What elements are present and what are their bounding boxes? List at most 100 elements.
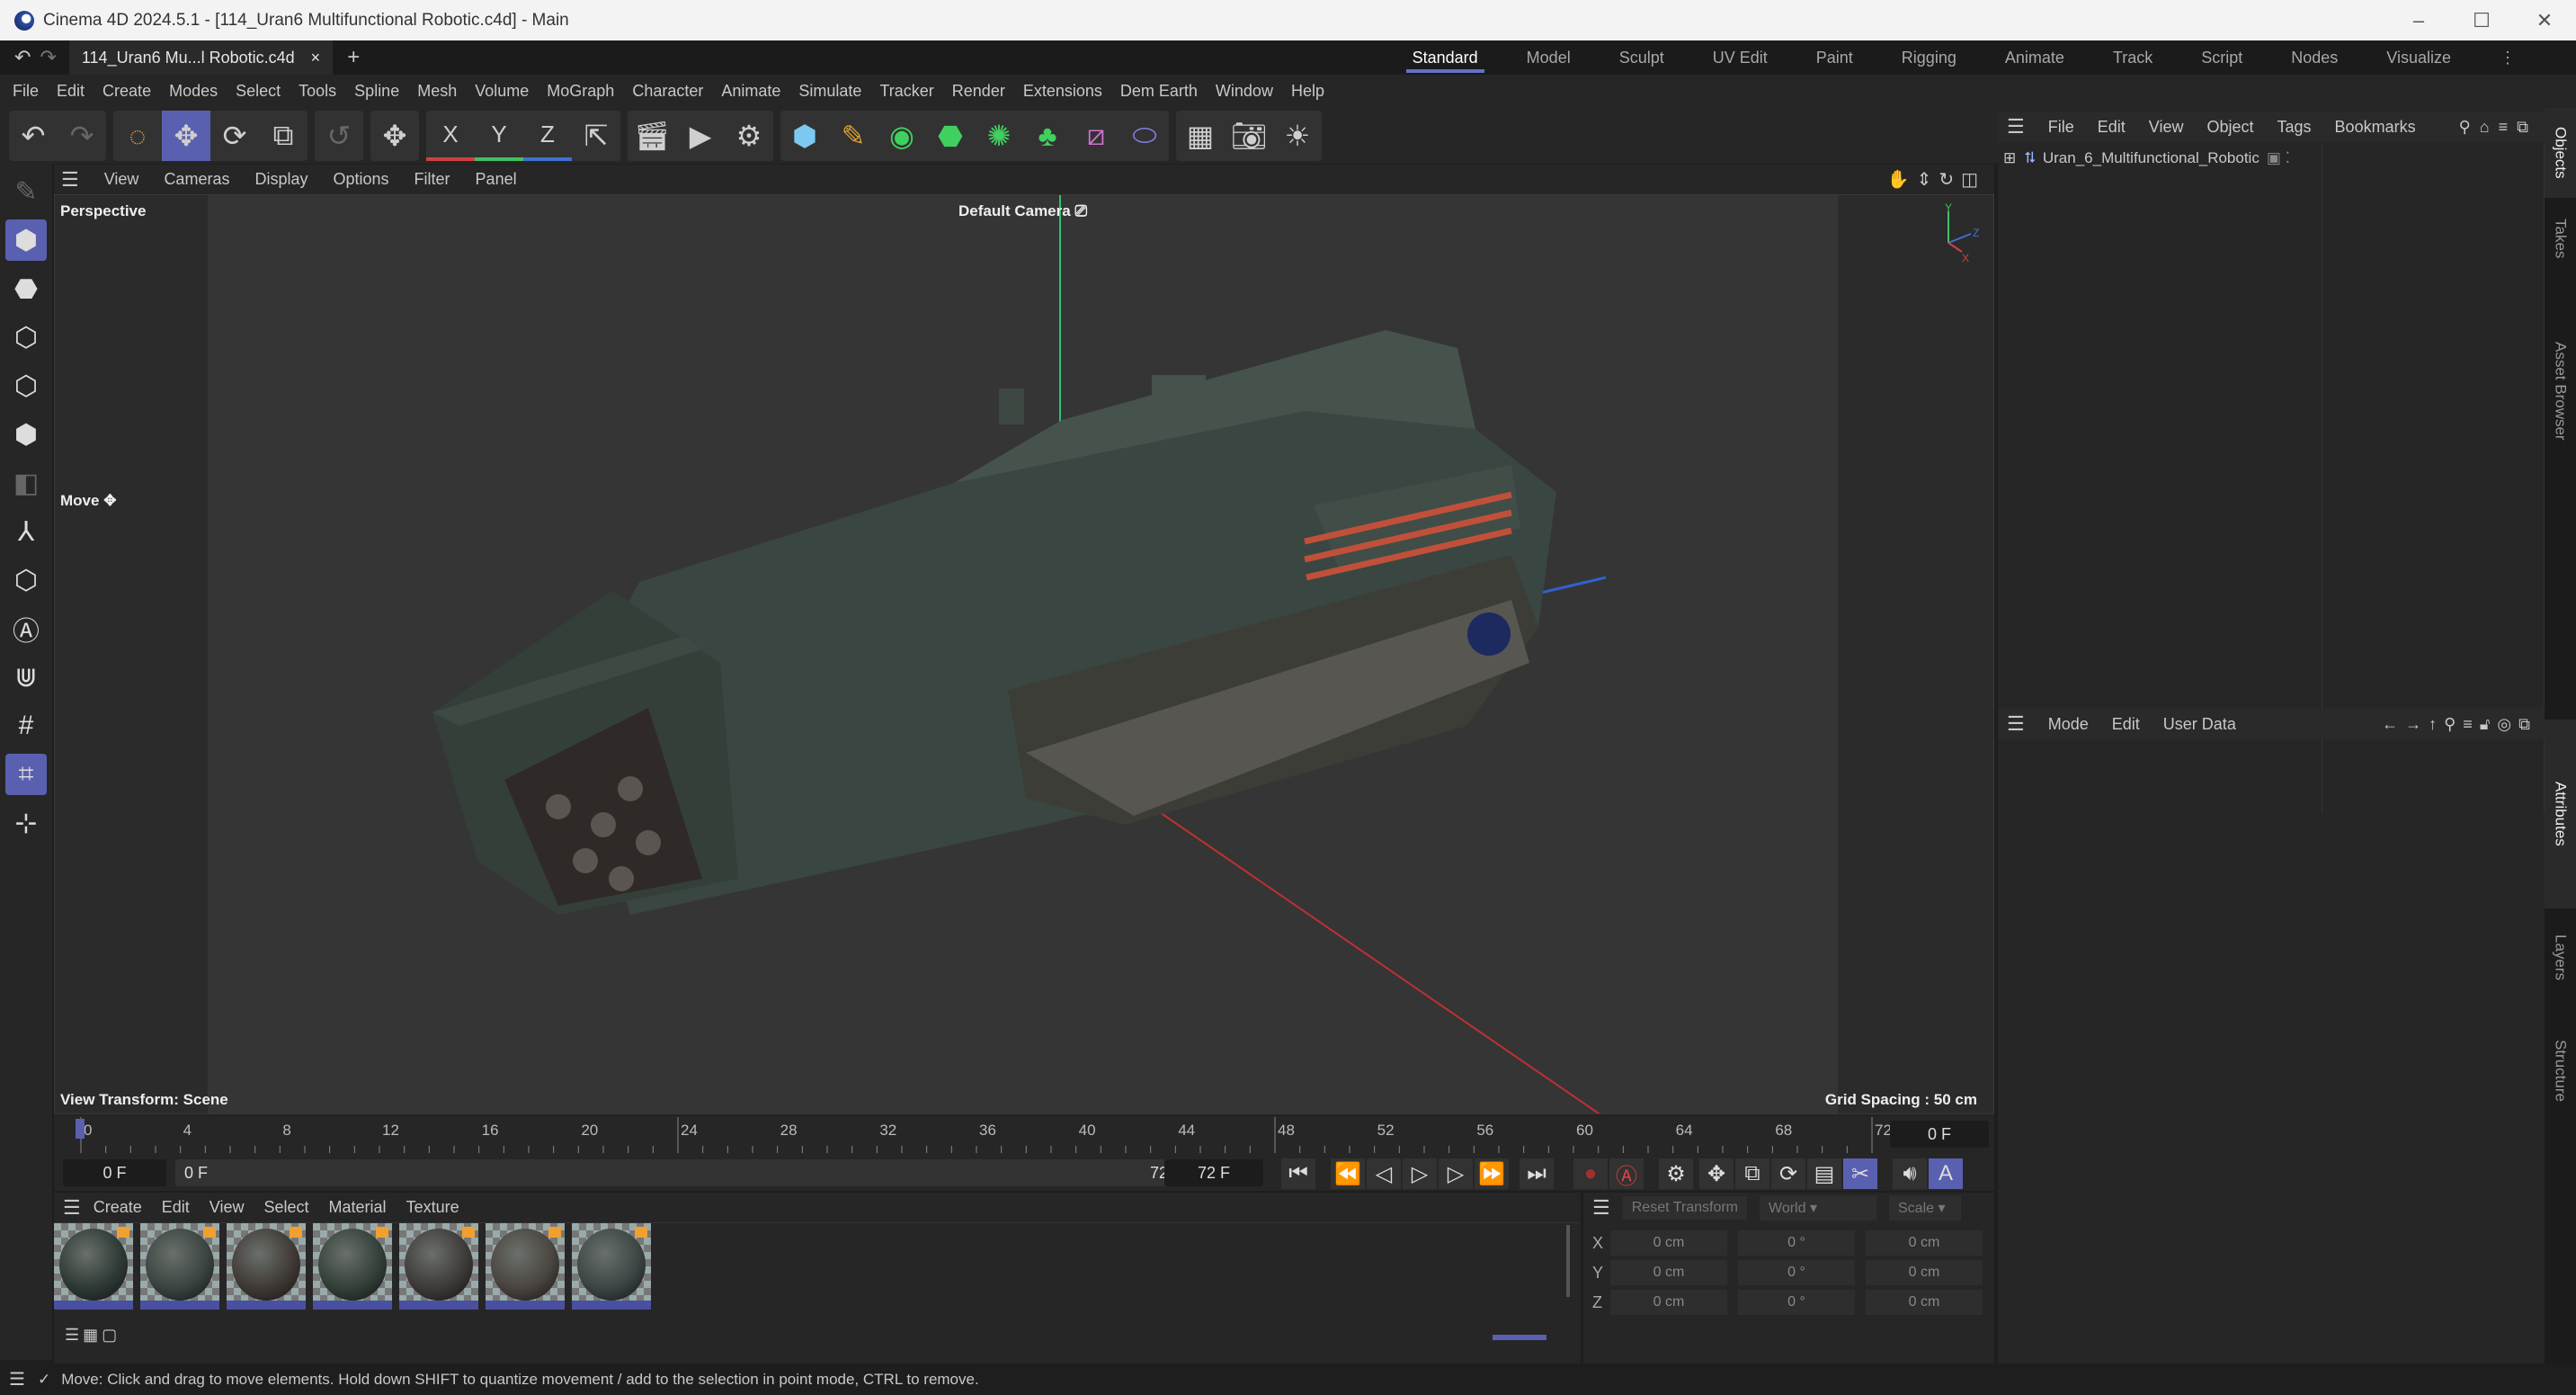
side-tab-structure[interactable]: Structure — [2545, 1007, 2576, 1133]
menu-select[interactable]: Select — [236, 82, 281, 101]
viewport-navigation-icons[interactable]: ✋⇕↻◫ — [1887, 168, 1985, 191]
menu-animate[interactable]: Animate — [721, 82, 780, 101]
objects-menu-edit[interactable]: Edit — [2098, 118, 2126, 137]
coordinate-space-select[interactable]: World ▾ — [1760, 1195, 1876, 1221]
side-tab-attributes[interactable]: Attributes — [2545, 720, 2576, 908]
render-to-picture-viewer-icon[interactable]: ▶ — [676, 111, 725, 161]
layout-tab-rigging[interactable]: Rigging — [1877, 40, 1981, 75]
coord-rot-x-field[interactable]: 0 ° — [1738, 1230, 1855, 1256]
object-row[interactable]: ⊞ ⮁ Uran_6_Multifunctional_Robotic ▣ ⁚ — [1998, 144, 2544, 173]
layout-tab-track[interactable]: Track — [2089, 40, 2177, 75]
rotate-disabled-icon[interactable]: ↺ — [315, 111, 363, 161]
axis-mode-icon[interactable]: ⅄ — [5, 511, 47, 552]
next-frame-icon[interactable]: ▷ — [1439, 1158, 1473, 1189]
visibility-dots-icon[interactable]: ▣ ⁚ — [2267, 149, 2290, 167]
attributes-menu-edit[interactable]: Edit — [2112, 715, 2140, 734]
live-selection-icon[interactable]: ◌ — [113, 111, 162, 161]
layout-tab-nodes[interactable]: Nodes — [2267, 40, 2362, 75]
menu-modes[interactable]: Modes — [169, 82, 218, 101]
scale-key-icon[interactable]: ⧉ — [1735, 1158, 1769, 1189]
menu-mograph[interactable]: MoGraph — [547, 82, 614, 101]
subdivision-icon[interactable]: ◉ — [878, 111, 926, 161]
expand-icon[interactable]: ⊞ — [2003, 149, 2016, 167]
menu-window[interactable]: Window — [1216, 82, 1273, 101]
maximize-button[interactable]: ☐ — [2450, 0, 2513, 40]
spline-pen-icon[interactable]: ✎ — [829, 111, 878, 161]
menu-file[interactable]: File — [13, 82, 39, 101]
record-icon[interactable]: ● — [1573, 1158, 1608, 1189]
material-menu-view[interactable]: View — [209, 1198, 245, 1217]
material-menu-edit[interactable]: Edit — [162, 1198, 190, 1217]
projection-label[interactable]: Perspective — [60, 202, 146, 220]
material-scrollbar[interactable] — [1566, 1225, 1570, 1297]
z-axis-lock[interactable]: Z — [523, 111, 572, 161]
menu-tools[interactable]: Tools — [299, 82, 336, 101]
point-level-icon[interactable]: ✂ — [1843, 1158, 1877, 1189]
attributes-menu-icon[interactable]: ☰ — [2007, 712, 2025, 736]
menu-character[interactable]: Character — [632, 82, 703, 101]
objects-menu-tags[interactable]: Tags — [2277, 118, 2312, 137]
menu-dem-earth[interactable]: Dem Earth — [1120, 82, 1198, 101]
render-view-icon[interactable]: 🎬︎ — [628, 111, 676, 161]
go-to-end-icon[interactable]: ⏭ — [1520, 1158, 1554, 1189]
objects-menu-icon[interactable]: ☰ — [2007, 115, 2025, 139]
uv-mode-icon[interactable]: ◧ — [5, 462, 47, 504]
undo-icon[interactable]: ↶ — [14, 46, 31, 69]
locked-workplane-icon[interactable]: ⊹ — [5, 802, 47, 844]
material-thumbnail[interactable] — [140, 1223, 219, 1310]
coord-scale-z-field[interactable]: 0 cm — [1866, 1290, 1983, 1315]
objects-menu-view[interactable]: View — [2149, 118, 2184, 137]
autokey-icon[interactable]: Ⓐ — [1609, 1158, 1644, 1189]
coord-pos-y-field[interactable]: 0 cm — [1610, 1260, 1727, 1285]
material-thumbnail[interactable] — [486, 1223, 565, 1310]
minimize-button[interactable]: – — [2387, 0, 2450, 40]
viewport-menu-icon[interactable]: ☰ — [61, 168, 79, 192]
material-menu-icon[interactable]: ☰ — [63, 1196, 81, 1220]
polygons-mode-icon[interactable]: ⬢ — [5, 414, 47, 455]
make-editable-icon[interactable]: ✎ — [5, 171, 47, 212]
coord-menu-icon[interactable]: ☰ — [1592, 1196, 1610, 1220]
playhead[interactable] — [76, 1119, 85, 1139]
material-menu-create[interactable]: Create — [94, 1198, 142, 1217]
material-thumbnail[interactable] — [227, 1223, 306, 1310]
material-thumbnail[interactable] — [399, 1223, 478, 1310]
magnet-icon[interactable]: ⋓ — [5, 657, 47, 698]
cloner-icon[interactable]: ✺ — [975, 111, 1023, 161]
grid-snap-icon[interactable]: # — [5, 705, 47, 747]
coord-pos-x-field[interactable]: 0 cm — [1610, 1230, 1727, 1256]
menu-mesh[interactable]: Mesh — [417, 82, 457, 101]
timeline-ruler[interactable]: 0 4 8 12 16 20 24 28 32 36 40 44 48 52 56 60 64 68 72 0 F — [54, 1115, 1994, 1155]
document-tab[interactable]: 114_Uran6 Mu...l Robotic.c4d × — [68, 40, 334, 75]
menu-volume[interactable]: Volume — [475, 82, 529, 101]
3d-viewport[interactable]: Perspective Default Camera ⎚ Move ✥ View… — [54, 194, 1994, 1114]
objects-menu-file[interactable]: File — [2048, 118, 2074, 137]
material-thumbnail[interactable] — [572, 1223, 651, 1310]
move-tool-icon[interactable]: ✥ — [162, 111, 210, 161]
coord-rot-z-field[interactable]: 0 ° — [1738, 1290, 1855, 1315]
camera-icon[interactable]: 📷︎ — [1225, 111, 1273, 161]
frame-range-slider[interactable]: 0 F 72 F — [175, 1159, 1200, 1186]
menu-edit[interactable]: Edit — [57, 82, 85, 101]
redo-icon[interactable]: ↷ — [58, 111, 106, 161]
objects-menu-object[interactable]: Object — [2206, 118, 2253, 137]
go-to-start-icon[interactable]: ⏮ — [1281, 1158, 1315, 1189]
close-tab-icon[interactable]: × — [311, 49, 321, 67]
material-menu-material[interactable]: Material — [329, 1198, 387, 1217]
layout-tab-paint[interactable]: Paint — [1792, 40, 1877, 75]
viewport-menu-display[interactable]: Display — [254, 170, 308, 189]
x-axis-lock[interactable]: X — [426, 111, 475, 161]
material-thumbnail[interactable] — [313, 1223, 392, 1310]
mesh-mode-icon[interactable]: ⬣ — [5, 268, 47, 309]
thumbnail-size-slider[interactable] — [1493, 1335, 1546, 1340]
deformer-icon[interactable]: ⧄ — [1072, 111, 1120, 161]
viewport-menu-panel[interactable]: Panel — [476, 170, 517, 189]
end-frame-field[interactable]: 72 F — [1164, 1159, 1263, 1186]
objects-menu-bookmarks[interactable]: Bookmarks — [2335, 118, 2416, 137]
side-tab-objects[interactable]: Objects — [2545, 108, 2576, 198]
coordinate-system-icon[interactable]: ⇱ — [572, 111, 620, 161]
auto-mode-icon[interactable]: Ⓐ — [5, 608, 47, 649]
attributes-menu-mode[interactable]: Mode — [2048, 715, 2089, 734]
layout-tab-uv-edit[interactable]: UV Edit — [1689, 40, 1792, 75]
model-mode-icon[interactable]: ⬢ — [5, 219, 47, 261]
menu-extensions[interactable]: Extensions — [1023, 82, 1102, 101]
